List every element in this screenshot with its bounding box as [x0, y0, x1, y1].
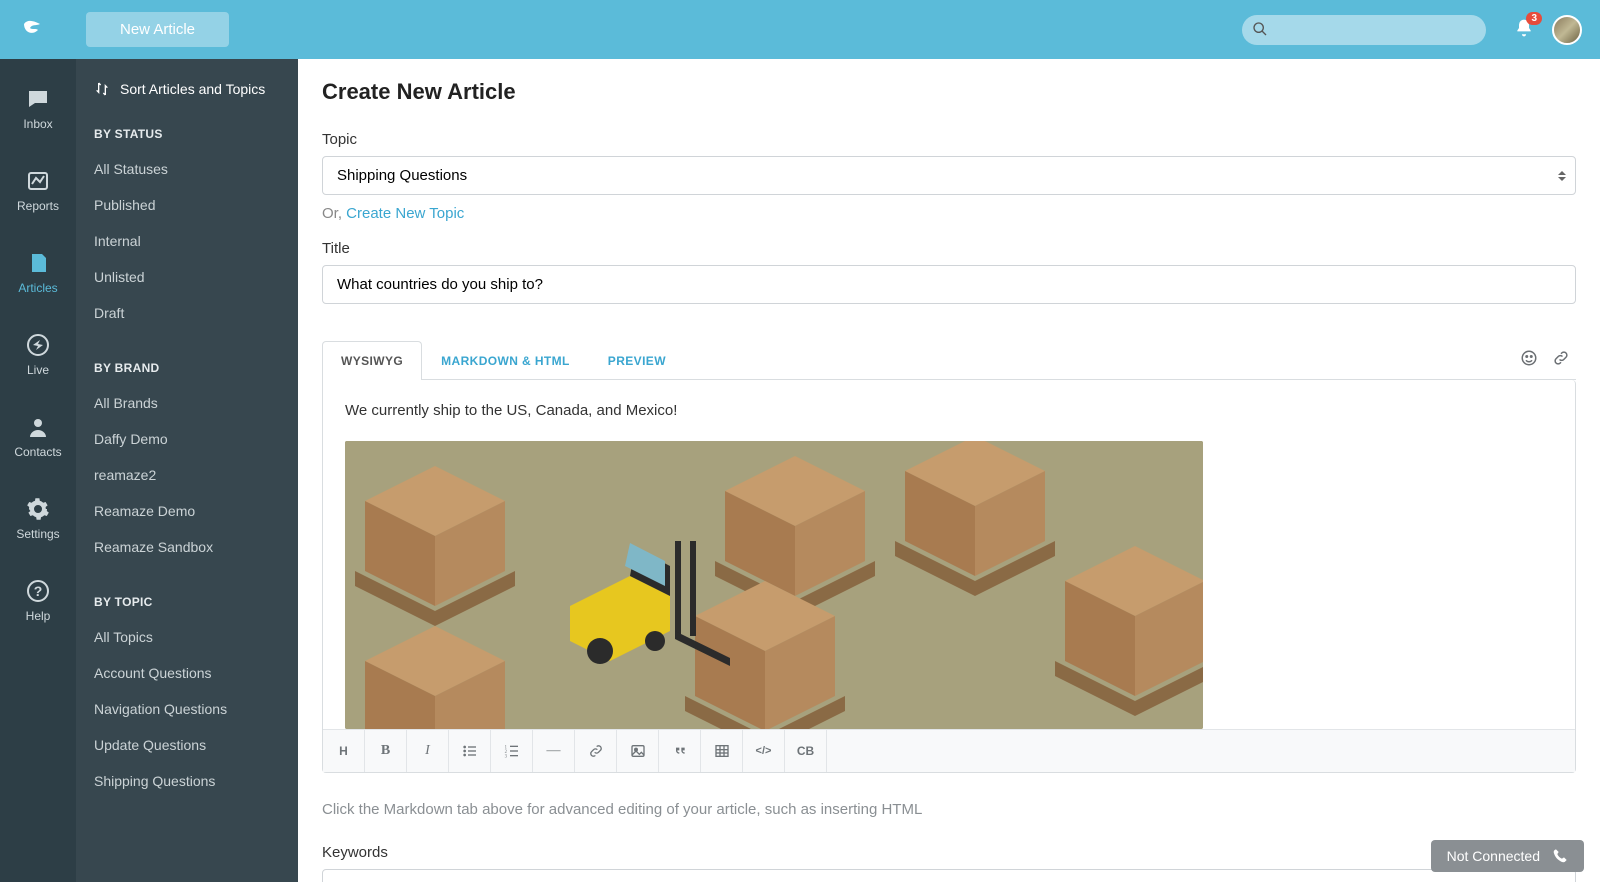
tab-markdown-html[interactable]: MARKDOWN & HTML — [422, 341, 589, 380]
topic-select[interactable]: Shipping Questions — [322, 156, 1576, 195]
sidebar-item-all-statuses[interactable]: All Statuses — [76, 151, 298, 187]
toolbar-cb-button[interactable]: CB — [785, 730, 827, 772]
sidebar-item-reamaze-sandbox[interactable]: Reamaze Sandbox — [76, 529, 298, 565]
sidebar-item-navigation-questions[interactable]: Navigation Questions — [76, 691, 298, 727]
main-nav-rail: Inbox Reports Articles Live Contacts Set… — [0, 59, 76, 882]
keywords-label: Keywords — [322, 844, 1576, 861]
nav-label: Inbox — [23, 117, 52, 131]
sidebar-item-unlisted[interactable]: Unlisted — [76, 259, 298, 295]
title-label: Title — [322, 240, 1576, 257]
sidebar-item-all-topics[interactable]: All Topics — [76, 619, 298, 655]
editor-content[interactable]: We currently ship to the US, Canada, and… — [323, 380, 1575, 729]
nav-help[interactable]: ? Help — [26, 579, 51, 623]
sidebar-heading-brand: BY BRAND — [76, 351, 298, 385]
title-input[interactable] — [322, 265, 1576, 304]
new-article-button[interactable]: New Article — [86, 12, 229, 47]
connection-status-badge[interactable]: Not Connected — [1431, 840, 1584, 872]
topic-label: Topic — [322, 131, 1576, 148]
attachment-link-icon[interactable] — [1552, 349, 1570, 370]
connection-status-label: Not Connected — [1447, 848, 1540, 864]
toolbar-hr-button[interactable]: — — [533, 730, 575, 772]
toolbar-quote-button[interactable] — [659, 730, 701, 772]
sidebar-heading-topic: BY TOPIC — [76, 585, 298, 619]
editor-hint: Click the Markdown tab above for advance… — [322, 801, 1576, 818]
editor-embedded-image — [345, 441, 1203, 729]
toolbar-italic-button[interactable]: I — [407, 730, 449, 772]
sort-icon — [94, 81, 110, 97]
nav-label: Reports — [17, 199, 59, 213]
editor-toolbar: H B I 123 — </> CB — [323, 729, 1575, 772]
link-icon — [588, 743, 604, 759]
sidebar-item-account-questions[interactable]: Account Questions — [76, 655, 298, 691]
articles-sidebar: Sort Articles and Topics BY STATUS All S… — [76, 59, 298, 882]
keywords-input[interactable] — [322, 869, 1576, 882]
sidebar-item-update-questions[interactable]: Update Questions — [76, 727, 298, 763]
tab-preview[interactable]: PREVIEW — [589, 341, 685, 380]
table-icon — [714, 743, 730, 759]
page-title: Create New Article — [322, 79, 1576, 105]
toolbar-ol-button[interactable]: 123 — [491, 730, 533, 772]
sidebar-item-published[interactable]: Published — [76, 187, 298, 223]
emoji-icon[interactable] — [1520, 349, 1538, 370]
nav-contacts[interactable]: Contacts — [14, 415, 61, 459]
phone-icon — [1552, 848, 1568, 864]
toolbar-code-button[interactable]: </> — [743, 730, 785, 772]
svg-text:3: 3 — [504, 755, 507, 759]
create-new-topic-link[interactable]: Create New Topic — [346, 205, 464, 222]
editor-paragraph: We currently ship to the US, Canada, and… — [345, 402, 1553, 419]
main-content: Create New Article Topic Shipping Questi… — [298, 59, 1600, 882]
numbered-list-icon: 123 — [504, 743, 520, 759]
notifications-badge: 3 — [1526, 12, 1542, 25]
notifications-button[interactable]: 3 — [1514, 18, 1534, 41]
toolbar-link-button[interactable] — [575, 730, 617, 772]
svg-text:?: ? — [34, 583, 43, 599]
sidebar-heading-status: BY STATUS — [76, 117, 298, 151]
nav-live[interactable]: Live — [26, 333, 50, 377]
toolbar-ul-button[interactable] — [449, 730, 491, 772]
search-input[interactable] — [1242, 15, 1486, 45]
sidebar-item-internal[interactable]: Internal — [76, 223, 298, 259]
sidebar-item-reamaze-demo[interactable]: Reamaze Demo — [76, 493, 298, 529]
toolbar-heading-button[interactable]: H — [323, 730, 365, 772]
sidebar-item-draft[interactable]: Draft — [76, 295, 298, 331]
nav-articles[interactable]: Articles — [18, 251, 57, 295]
nav-label: Contacts — [14, 445, 61, 459]
quote-icon — [672, 743, 688, 759]
bullet-list-icon — [462, 743, 478, 759]
nav-label: Settings — [16, 527, 59, 541]
nav-label: Articles — [18, 281, 57, 295]
nav-label: Live — [27, 363, 49, 377]
nav-reports[interactable]: Reports — [17, 169, 59, 213]
sidebar-item-all-brands[interactable]: All Brands — [76, 385, 298, 421]
toolbar-bold-button[interactable]: B — [365, 730, 407, 772]
nav-label: Help — [26, 609, 51, 623]
brand-logo[interactable] — [18, 16, 46, 44]
create-topic-row: Or, Create New Topic — [322, 205, 1576, 222]
nav-settings[interactable]: Settings — [16, 497, 59, 541]
image-icon — [630, 743, 646, 759]
sidebar-item-reamaze2[interactable]: reamaze2 — [76, 457, 298, 493]
nav-inbox[interactable]: Inbox — [23, 87, 52, 131]
sidebar-item-shipping-questions[interactable]: Shipping Questions — [76, 763, 298, 799]
sort-articles-button[interactable]: Sort Articles and Topics — [76, 59, 298, 117]
tab-wysiwyg[interactable]: WYSIWYG — [322, 341, 422, 380]
avatar[interactable] — [1552, 15, 1582, 45]
toolbar-image-button[interactable] — [617, 730, 659, 772]
sidebar-item-daffy-demo[interactable]: Daffy Demo — [76, 421, 298, 457]
sort-label: Sort Articles and Topics — [120, 81, 265, 97]
toolbar-table-button[interactable] — [701, 730, 743, 772]
search-icon — [1252, 21, 1268, 40]
